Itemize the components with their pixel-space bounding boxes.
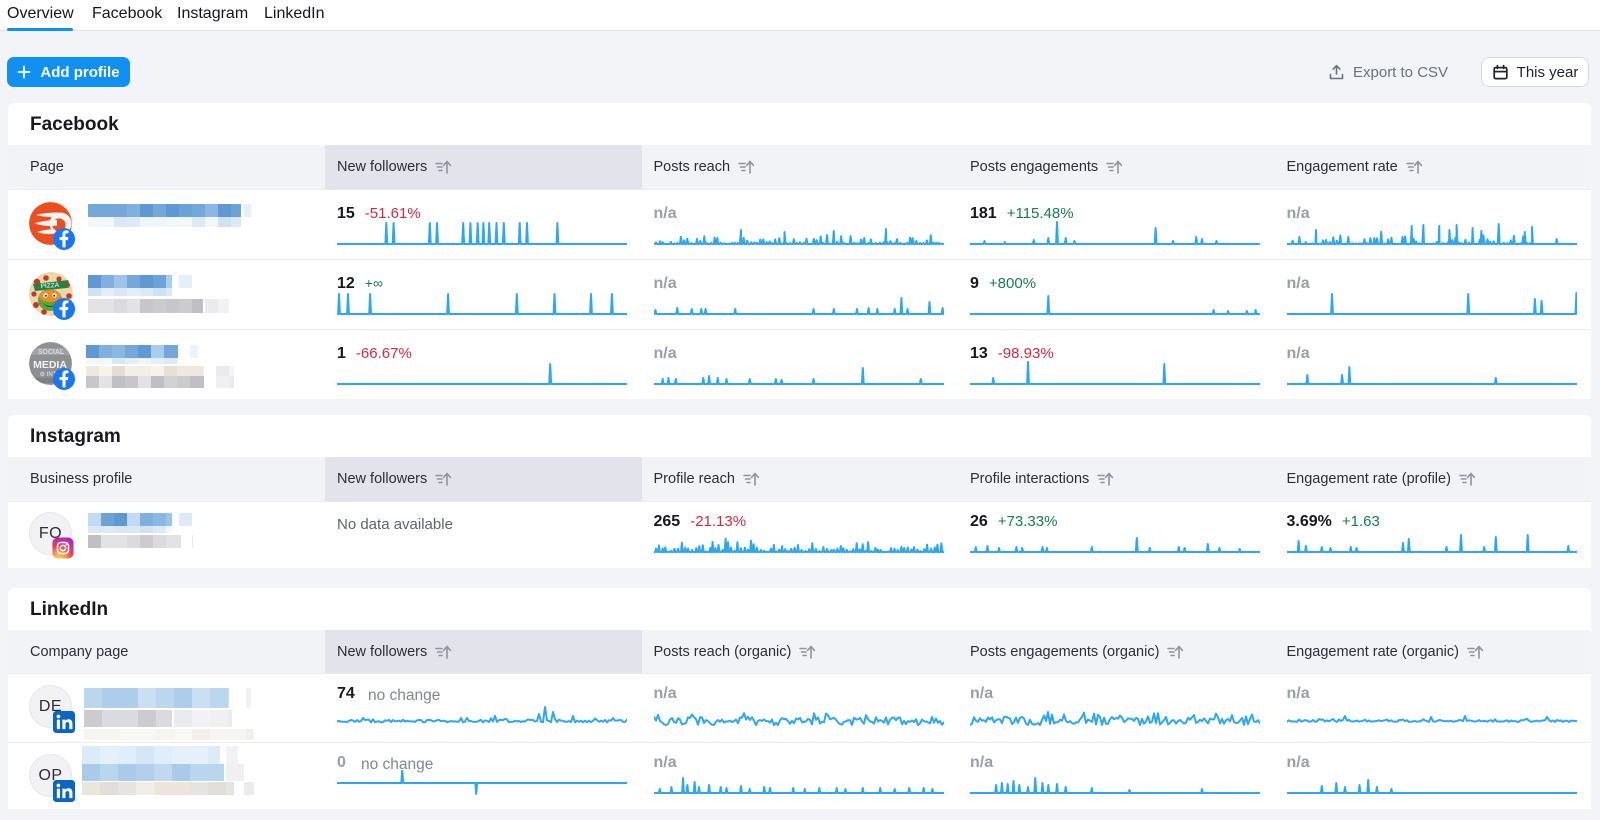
svg-text:SOCIAL: SOCIAL [38,349,65,356]
svg-text:PIZZA: PIZZA [40,282,60,290]
